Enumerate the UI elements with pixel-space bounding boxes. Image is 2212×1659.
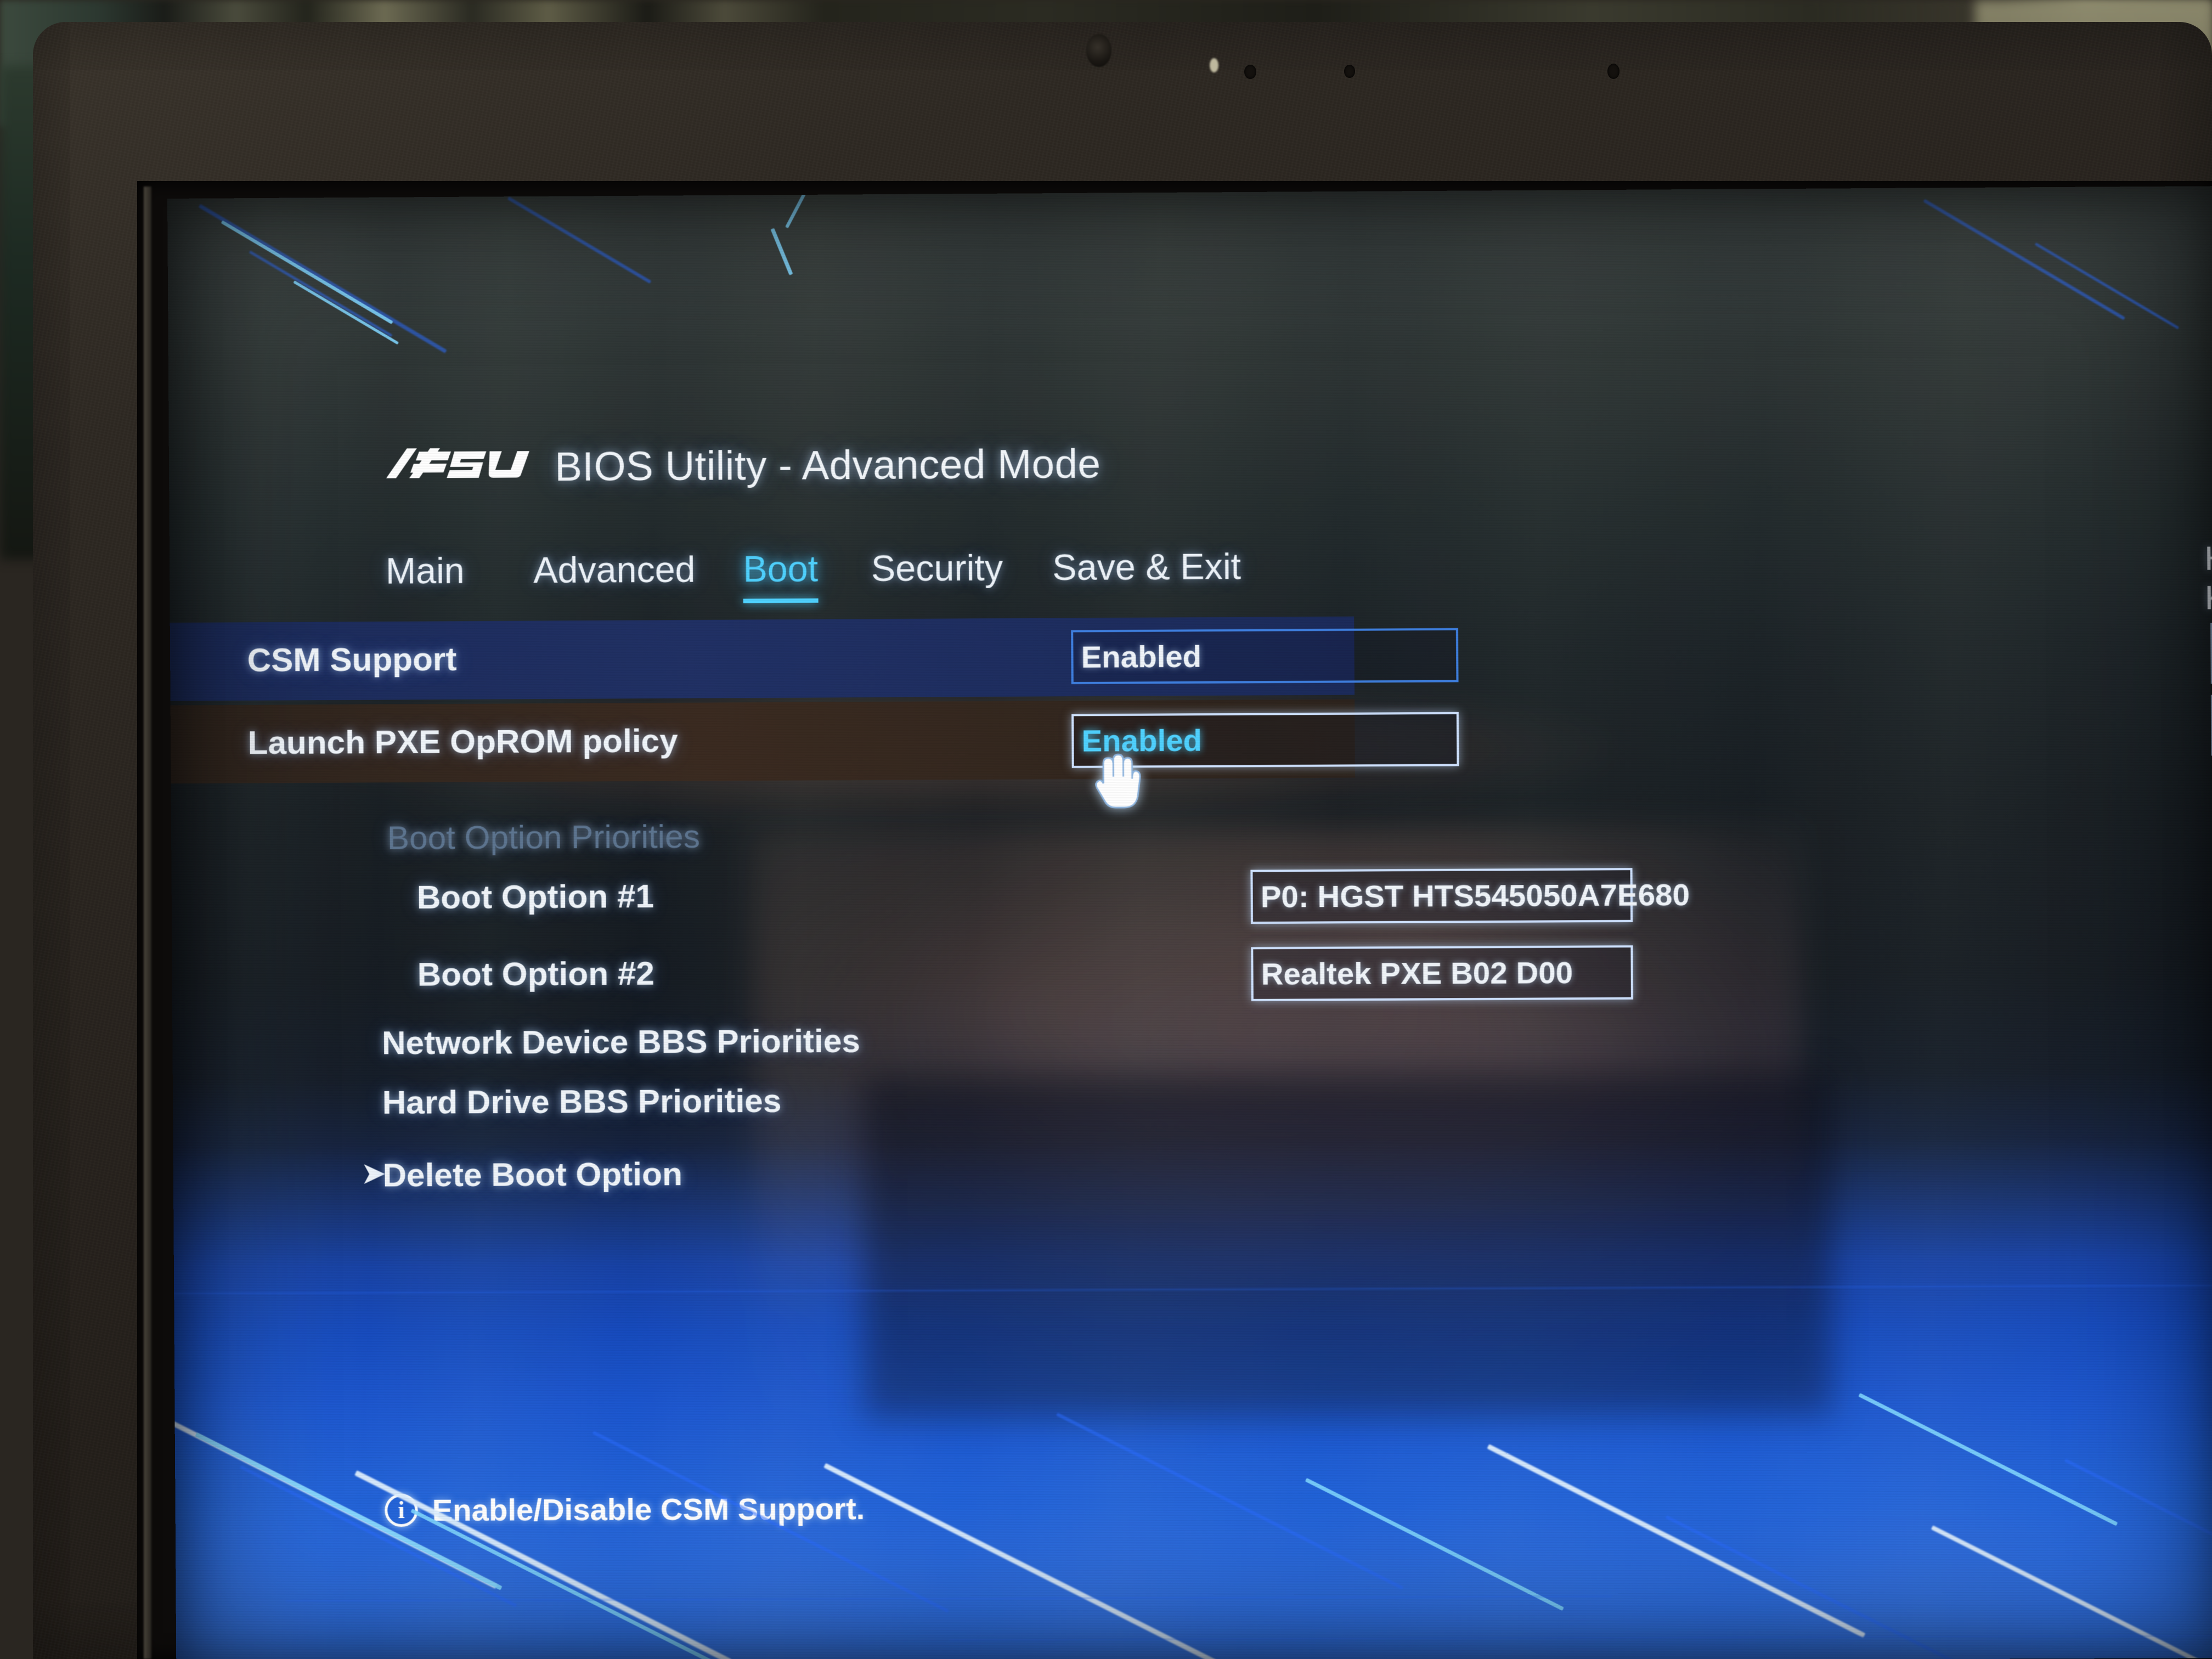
mic-hole-left [1244, 65, 1256, 79]
tab-boot[interactable]: Boot [743, 548, 818, 590]
mic-hole-right [1607, 64, 1620, 79]
row-launch-pxe-oprom[interactable]: Launch PXE OpROM policy Enabled [170, 699, 1459, 784]
menu-hard-drive-bbs-priorities[interactable]: Hard Drive BBS Priorities [382, 1082, 782, 1121]
field-value-boot-option-1: P0: HGST HTS545050A7E680 [1260, 877, 1690, 914]
main-menu-tabs: Main Advanced Boot Security Save & Exit [170, 540, 2212, 617]
field-csm-support[interactable]: Enabled [1071, 628, 1459, 685]
photo-scene: BIOS Utility - Advanced Mode Main Advanc… [0, 0, 2212, 1659]
tab-advanced[interactable]: Advanced [533, 548, 696, 591]
webcam-icon [1086, 34, 1111, 67]
field-boot-option-2[interactable]: Realtek PXE B02 D00 [1251, 945, 1633, 1001]
help-text: Enable/Disable CSM Support. [432, 1491, 865, 1527]
bios-ui: BIOS Utility - Advanced Mode Main Advanc… [167, 186, 2212, 1659]
row-label-boot-option-2: Boot Option #2 [417, 955, 655, 993]
tab-save-exit[interactable]: Save & Exit [1052, 545, 1241, 588]
webcam-led-icon [1210, 58, 1218, 72]
row-label-launch-pxe-oprom: Launch PXE OpROM policy [247, 722, 678, 761]
mic-hole-mid [1344, 65, 1355, 78]
section-header-boot-option-priorities: Boot Option Priorities [387, 817, 701, 856]
field-value-csm-support: Enabled [1081, 639, 1202, 674]
mouse-cursor-hand-icon [1093, 748, 1144, 812]
asus-logo-icon [385, 445, 539, 489]
row-csm-support[interactable]: CSM Support Enabled [170, 616, 1459, 701]
row-boot-option-2[interactable]: Boot Option #2 Realtek PXE B02 D00 [340, 945, 1633, 1030]
laptop-screen: BIOS Utility - Advanced Mode Main Advanc… [167, 186, 2212, 1659]
field-value-boot-option-2: Realtek PXE B02 D00 [1261, 955, 1573, 991]
row-boot-option-1[interactable]: Boot Option #1 P0: HGST HTS545050A7E680 [340, 868, 1690, 952]
bezel-edge-highlight [144, 187, 151, 1659]
page-title: BIOS Utility - Advanced Mode [555, 441, 1101, 490]
row-label-boot-option-1: Boot Option #1 [416, 877, 654, 916]
row-label-csm-support: CSM Support [247, 640, 457, 679]
tab-security[interactable]: Security [871, 546, 1003, 589]
menu-network-device-bbs-priorities[interactable]: Network Device BBS Priorities [382, 1022, 860, 1062]
field-boot-option-1[interactable]: P0: HGST HTS545050A7E680 [1250, 868, 1690, 924]
hotkeys-panel-title: Hot Keys [2204, 539, 2212, 617]
menu-delete-boot-option[interactable]: Delete Boot Option [382, 1155, 682, 1194]
tab-main[interactable]: Main [386, 550, 465, 592]
